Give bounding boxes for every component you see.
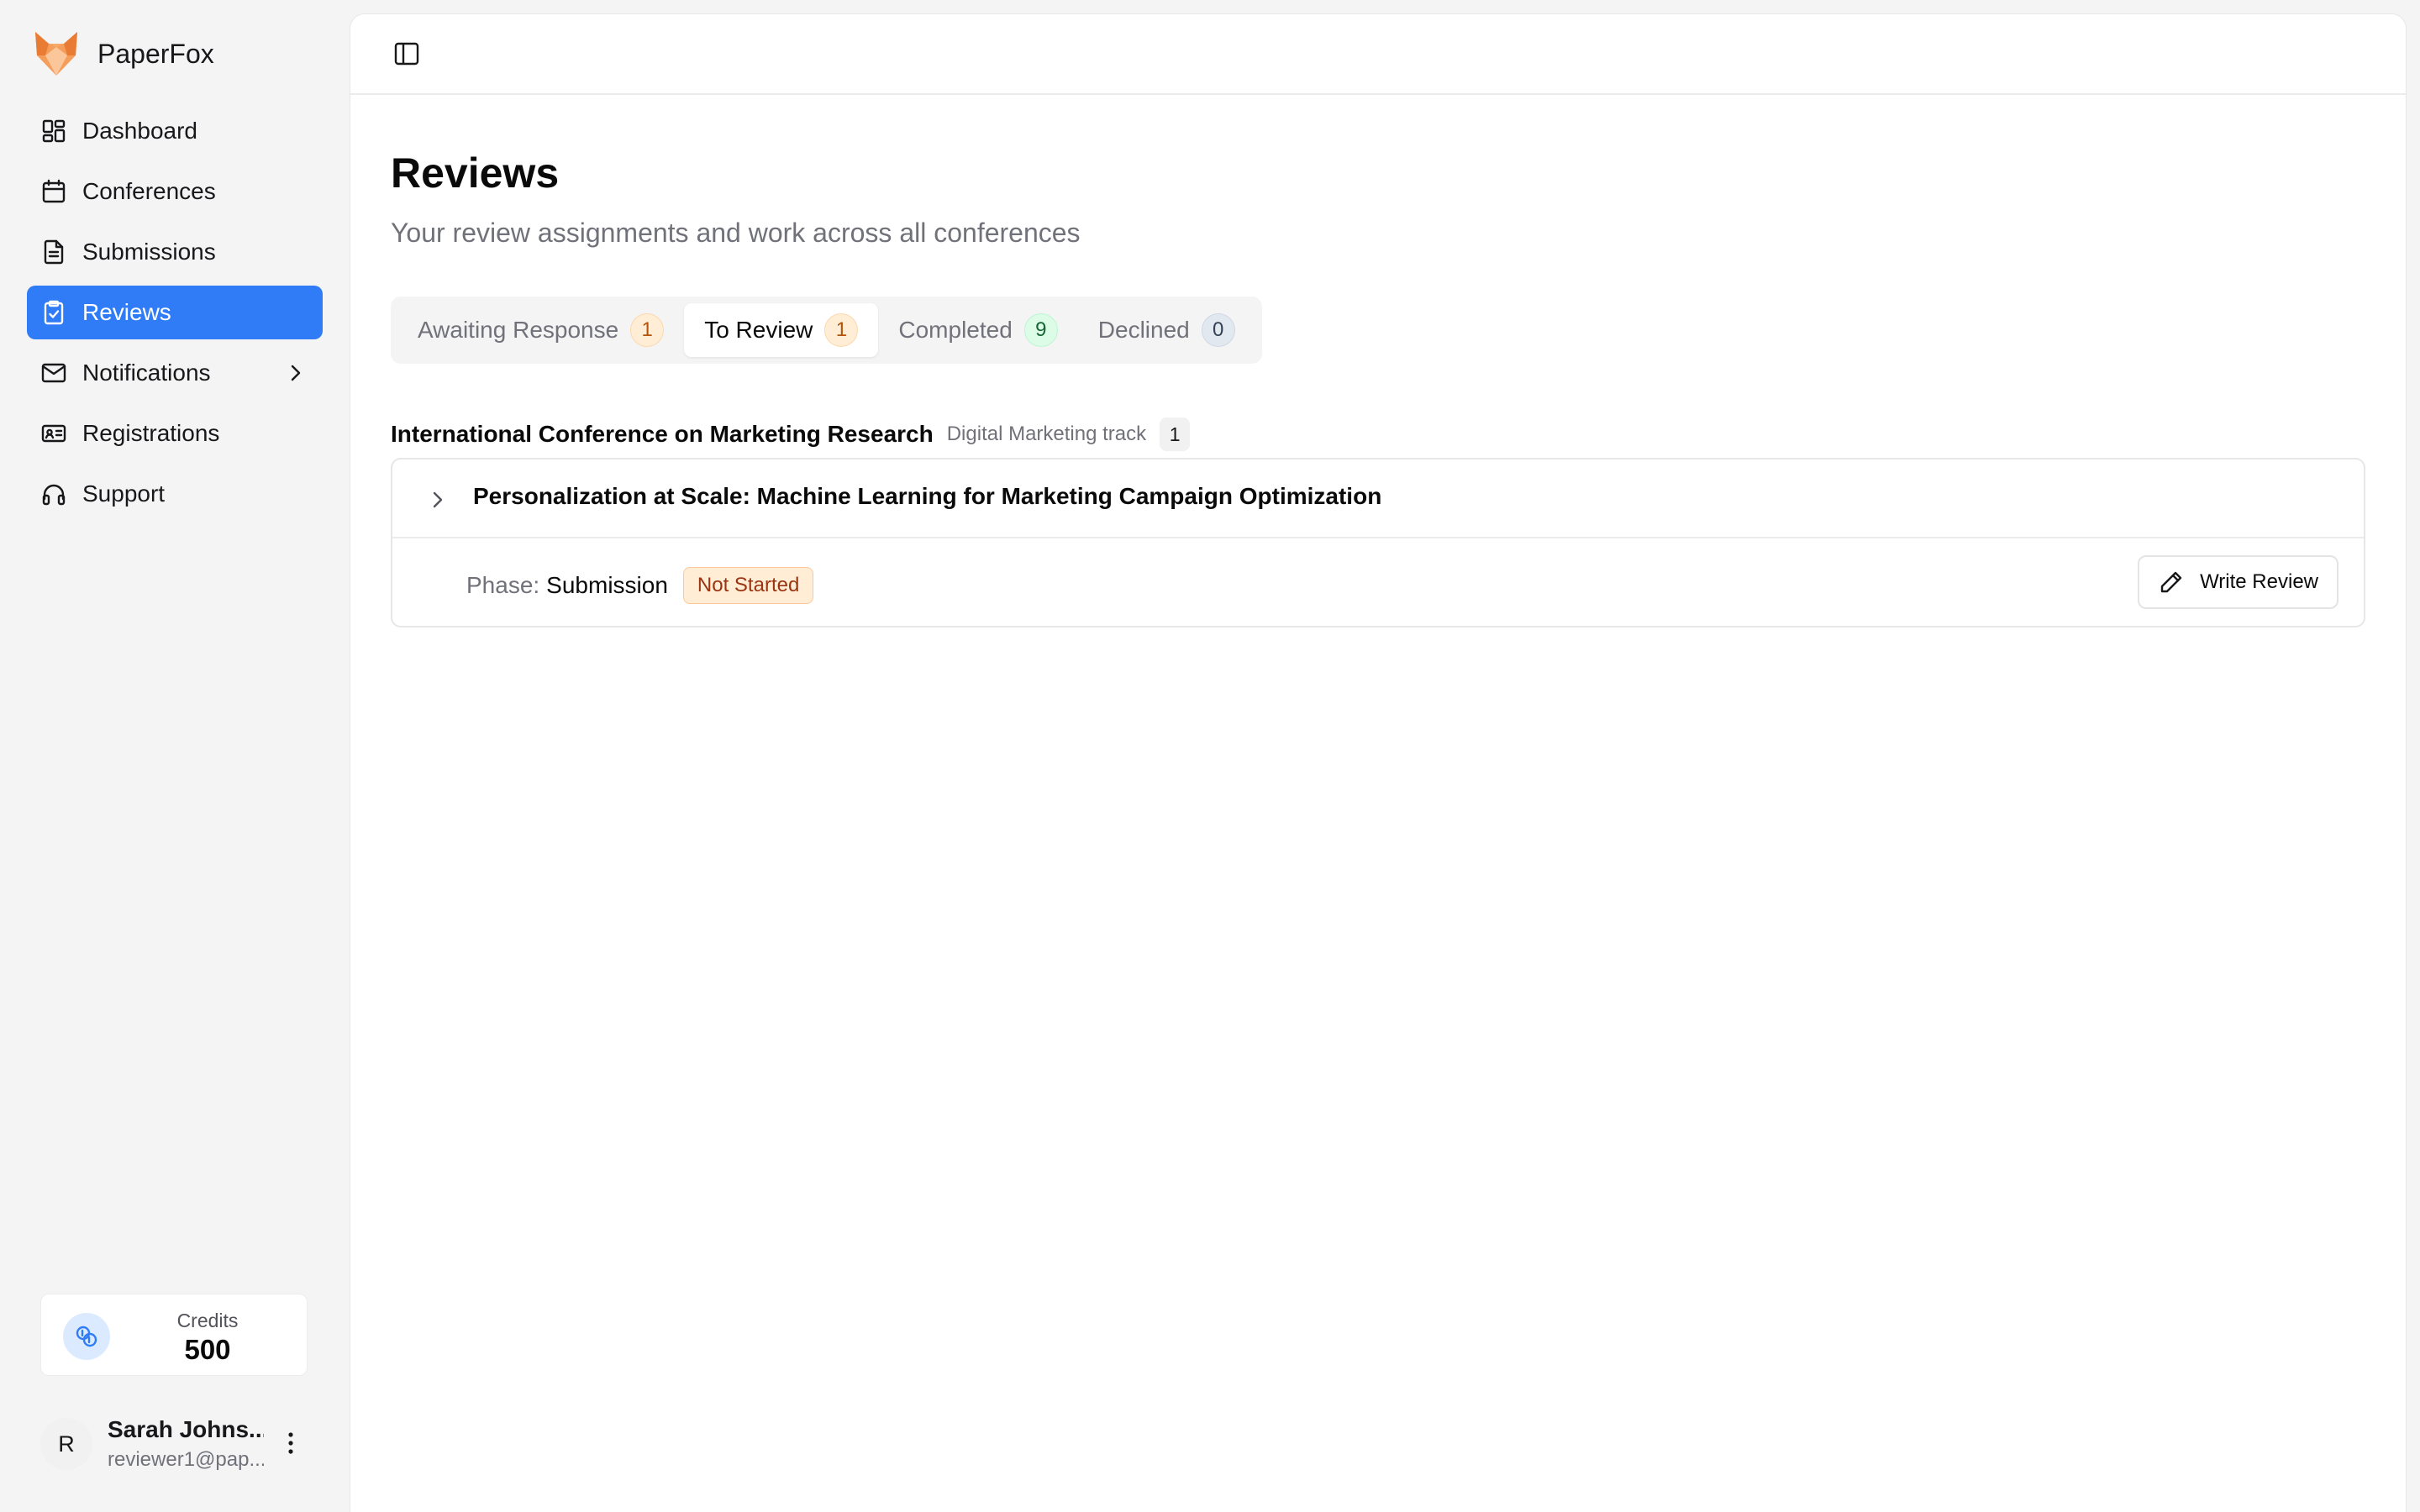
user-name: Sarah Johns... — [108, 1416, 264, 1442]
chevron-right-icon[interactable] — [426, 488, 450, 512]
phase-value: Submission — [546, 572, 668, 598]
review-assignment-card: Personalization at Scale: Machine Learni… — [391, 458, 2365, 627]
write-review-label: Write Review — [2200, 570, 2318, 593]
document-icon — [44, 239, 64, 265]
clipboard-check-icon — [44, 300, 64, 325]
track-name: Digital Marketing track — [946, 423, 1147, 445]
tab-count-badge: 9 — [1023, 313, 1058, 347]
sidebar-item-notifications[interactable]: Notifications — [27, 346, 323, 400]
review-tabs: Awaiting Response 1 To Review 1 Complete… — [391, 297, 1262, 364]
write-review-button[interactable]: Write Review — [2138, 555, 2338, 609]
conference-name: International Conference on Marketing Re… — [391, 421, 934, 447]
tab-count-badge: 1 — [630, 313, 665, 347]
id-card-icon — [41, 424, 66, 443]
submission-title: Personalization at Scale: Machine Learni… — [473, 483, 1382, 509]
tab-count-badge: 1 — [824, 313, 859, 347]
fox-logo-icon — [35, 32, 77, 76]
sidebar-item-label: Reviews — [82, 299, 171, 325]
coins-icon — [63, 1313, 110, 1360]
phase-label: Phase: — [466, 572, 540, 598]
sidebar-item-label: Conferences — [82, 178, 216, 204]
topbar — [350, 14, 2406, 95]
user-profile[interactable]: R Sarah Johns... reviewer1@pap... — [40, 1416, 318, 1472]
calendar-icon — [42, 179, 66, 203]
tab-label: Declined — [1097, 317, 1190, 343]
tab-to-review[interactable]: To Review 1 — [684, 303, 879, 357]
sidebar-toggle-icon[interactable] — [392, 39, 421, 68]
status-badge: Not Started — [682, 567, 814, 604]
phase-info: Phase: Submission Not Started — [466, 567, 814, 604]
tab-label: Awaiting Response — [418, 317, 619, 343]
credits-label: Credits — [176, 1310, 239, 1331]
main-panel: Reviews Your review assignments and work… — [350, 13, 2407, 1512]
sidebar-nav: Dashboard Conferences Submissions Review… — [27, 104, 323, 528]
credits-text: Credits 500 — [125, 1310, 290, 1366]
mail-icon — [41, 363, 66, 383]
sidebar-item-submissions[interactable]: Submissions — [27, 225, 323, 279]
sidebar-item-conferences[interactable]: Conferences — [27, 165, 323, 218]
app-root: PaperFox Dashboard Conferences Submissio… — [0, 0, 2420, 1512]
dashboard-icon — [42, 119, 66, 143]
sidebar-item-label: Submissions — [82, 239, 216, 265]
tab-count-badge: 0 — [1201, 313, 1235, 347]
more-vertical-icon[interactable] — [276, 1428, 306, 1458]
brand-name: PaperFox — [97, 38, 214, 69]
headphones-icon — [42, 484, 66, 506]
chevron-right-icon — [291, 365, 301, 381]
group-count-badge: 1 — [1160, 417, 1191, 451]
page-subtitle: Your review assignments and work across … — [391, 218, 1081, 248]
tab-label: Completed — [898, 317, 1013, 343]
sidebar-item-label: Registrations — [82, 420, 220, 446]
tab-label: To Review — [704, 317, 813, 343]
assignment-details: Phase: Submission Not Started Write Revi… — [392, 538, 2364, 627]
sidebar-item-dashboard[interactable]: Dashboard — [27, 104, 323, 158]
sidebar-item-label: Notifications — [82, 360, 211, 386]
sidebar-item-reviews[interactable]: Reviews — [27, 286, 323, 339]
credits-value: 500 — [184, 1334, 231, 1365]
tab-completed[interactable]: Completed 9 — [878, 303, 1077, 357]
sidebar-item-label: Dashboard — [82, 118, 197, 144]
tab-declined[interactable]: Declined 0 — [1078, 303, 1255, 357]
page-title: Reviews — [391, 150, 560, 197]
sidebar-item-support[interactable]: Support — [27, 467, 323, 521]
conference-group-header: International Conference on Marketing Re… — [391, 416, 1191, 453]
pencil-icon — [2160, 571, 2182, 593]
sidebar-item-label: Support — [82, 480, 166, 507]
user-email: reviewer1@pap... — [108, 1448, 264, 1471]
avatar: R — [40, 1418, 92, 1470]
assignment-header[interactable]: Personalization at Scale: Machine Learni… — [392, 459, 2364, 538]
sidebar: PaperFox Dashboard Conferences Submissio… — [0, 0, 348, 1512]
credits-card: Credits 500 — [40, 1294, 308, 1376]
sidebar-item-registrations[interactable]: Registrations — [27, 407, 323, 460]
tab-awaiting-response[interactable]: Awaiting Response 1 — [397, 303, 684, 357]
brand[interactable]: PaperFox — [34, 29, 214, 79]
